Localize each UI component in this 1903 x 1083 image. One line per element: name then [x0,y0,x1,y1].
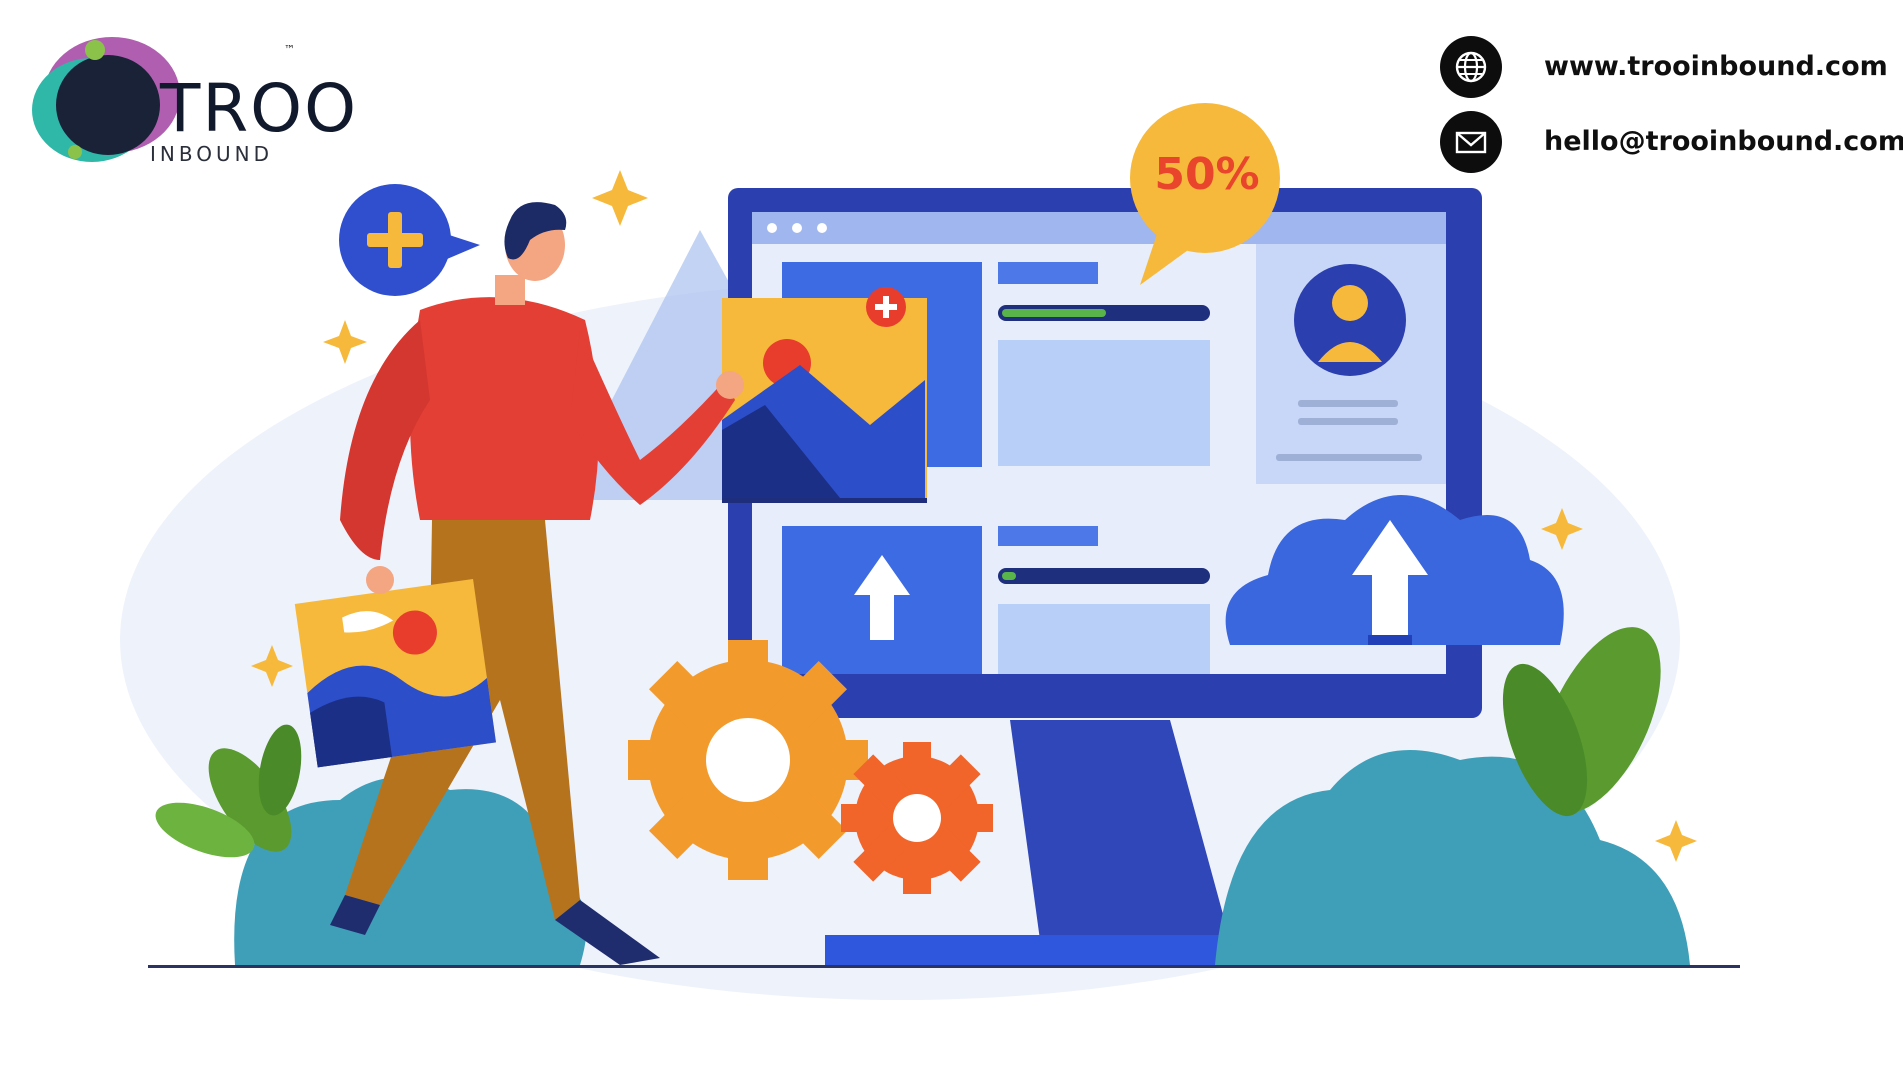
window-dot [817,223,827,233]
progress-badge-text: 50% [1154,149,1260,200]
content-heading [998,262,1098,284]
content-panel [998,340,1210,466]
gear-small-icon [841,742,993,894]
plus-bubble-tail [440,232,480,262]
brand-subtext: INBOUND [150,142,273,166]
carried-image-card [294,578,497,768]
person-hand-left [366,566,394,594]
avatar-head [1332,285,1368,321]
website-link[interactable]: www.trooinbound.com [1544,50,1888,84]
plus-icon [367,233,423,247]
browser-bar [752,212,1446,244]
progress-fill [1002,309,1106,317]
person-neck [495,275,525,305]
monitor-base [825,935,1255,965]
graphic-canvas: TROO INBOUND ™ 50% www.trooinbound.com h… [0,0,1903,1083]
content-heading [998,526,1098,546]
trademark-symbol: ™ [284,43,295,56]
ground-line [148,965,1740,968]
profile-line [1276,454,1422,461]
window-dot [792,223,802,233]
person-hand [716,371,744,399]
progress-fill [1002,572,1016,580]
profile-line [1298,418,1398,425]
mail-icon [1440,111,1502,173]
brand-wordmark: TROO [160,70,359,147]
gear-large-icon [628,640,868,880]
email-link[interactable]: hello@trooinbound.com [1544,125,1903,159]
add-image-plus [875,304,897,310]
profile-line [1298,400,1398,407]
progress-track [998,568,1210,584]
content-panel [998,604,1210,674]
cloud-upload-base [1368,635,1412,645]
person-torso [410,297,599,520]
window-dot [767,223,777,233]
email-contact[interactable]: hello@trooinbound.com [1440,111,1903,173]
globe-icon [1440,36,1502,98]
website-contact[interactable]: www.trooinbound.com [1440,36,1900,98]
